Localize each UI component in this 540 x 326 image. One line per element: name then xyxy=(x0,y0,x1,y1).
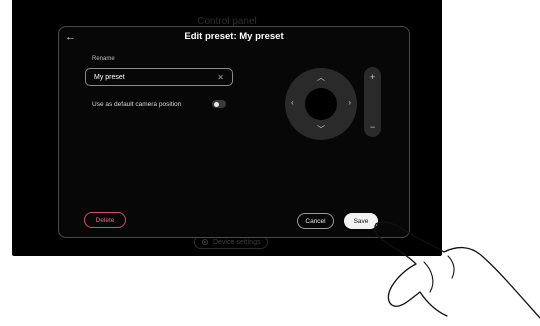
pointing-hand-illustration xyxy=(374,221,540,319)
